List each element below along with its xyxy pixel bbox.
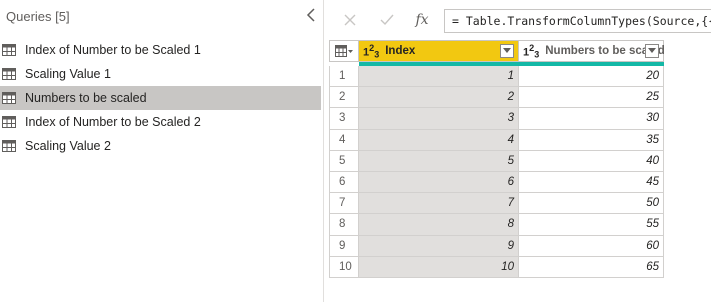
table-menu-icon — [335, 45, 353, 57]
chevron-down-icon — [503, 48, 511, 53]
cell-numbers-to-be-scaled[interactable]: 65 — [519, 256, 664, 278]
row-number[interactable]: 9 — [329, 235, 359, 257]
table-row: 4 4 35 — [329, 129, 664, 151]
cell-numbers-to-be-scaled[interactable]: 20 — [519, 66, 664, 88]
cell-index[interactable]: 9 — [359, 235, 519, 257]
row-number[interactable]: 10 — [329, 256, 359, 278]
cell-index[interactable]: 1 — [359, 66, 519, 88]
cell-numbers-to-be-scaled[interactable]: 30 — [519, 108, 664, 130]
cell-index[interactable]: 4 — [359, 129, 519, 151]
query-item[interactable]: Index of Number to be Scaled 1 — [0, 38, 321, 62]
commit-formula-button[interactable] — [376, 9, 398, 31]
row-number[interactable]: 7 — [329, 193, 359, 215]
query-list: Index of Number to be Scaled 1 Scaling Va… — [0, 38, 321, 158]
table-icon — [2, 116, 16, 128]
query-label: Scaling Value 1 — [25, 67, 111, 81]
row-number[interactable]: 1 — [329, 66, 359, 88]
column-label: Index — [385, 45, 416, 57]
cell-numbers-to-be-scaled[interactable]: 35 — [519, 129, 664, 151]
row-number[interactable]: 2 — [329, 87, 359, 109]
table-icon — [2, 140, 16, 152]
row-number[interactable]: 6 — [329, 171, 359, 194]
grid-header: 123 Index 123 Numbers to be scaled — [329, 40, 665, 62]
cell-index[interactable]: 2 — [359, 87, 519, 109]
column-filter-button[interactable] — [500, 44, 514, 58]
formula-input[interactable]: = Table.TransformColumnTypes(Source,{{" — [444, 9, 711, 33]
cancel-formula-button[interactable] — [339, 9, 361, 31]
row-number[interactable]: 5 — [329, 150, 359, 172]
cell-index[interactable]: 6 — [359, 171, 519, 194]
chevron-left-icon — [306, 8, 315, 22]
chevron-down-icon — [648, 48, 656, 53]
cell-numbers-to-be-scaled[interactable]: 25 — [519, 87, 664, 109]
query-item[interactable]: Index of Number to be Scaled 2 — [0, 110, 321, 134]
collapse-pane-button[interactable] — [303, 6, 319, 24]
row-number[interactable]: 3 — [329, 108, 359, 130]
queries-pane: Queries [5] Index of Number to be Scaled… — [0, 0, 324, 302]
table-row: 5 5 40 — [329, 150, 664, 172]
table-row: 1 1 20 — [329, 66, 664, 88]
whole-number-type-icon[interactable]: 123 — [523, 43, 539, 60]
cell-index[interactable]: 3 — [359, 108, 519, 130]
cell-index[interactable]: 5 — [359, 150, 519, 172]
column-header-index[interactable]: 123 Index — [359, 40, 519, 62]
table-row: 6 6 45 — [329, 171, 664, 194]
table-row: 9 9 60 — [329, 235, 664, 257]
query-item[interactable]: Scaling Value 1 — [0, 62, 321, 86]
table-row: 10 10 65 — [329, 256, 664, 278]
cell-numbers-to-be-scaled[interactable]: 45 — [519, 171, 664, 194]
grid-body: 1 1 20 2 2 25 3 3 30 4 4 35 5 5 40 6 6 45 7 7 50 8 8 55 9 9 60 10 10… — [329, 66, 664, 278]
table-icon — [2, 44, 16, 56]
formula-bar: fx = Table.TransformColumnTypes(Source,{… — [325, 0, 711, 40]
table-icon — [2, 92, 16, 104]
query-label: Numbers to be scaled — [25, 91, 147, 105]
whole-number-type-icon[interactable]: 123 — [363, 43, 379, 60]
checkmark-icon — [380, 14, 394, 26]
table-row: 7 7 50 — [329, 193, 664, 215]
query-label: Index of Number to be Scaled 2 — [25, 115, 201, 129]
table-menu-button[interactable] — [329, 40, 359, 62]
query-label: Index of Number to be Scaled 1 — [25, 43, 201, 57]
cell-numbers-to-be-scaled[interactable]: 40 — [519, 150, 664, 172]
cell-index[interactable]: 7 — [359, 193, 519, 215]
queries-header: Queries [5] — [6, 9, 70, 24]
column-filter-button[interactable] — [645, 44, 659, 58]
query-label: Scaling Value 2 — [25, 139, 111, 153]
data-grid: 123 Index 123 Numbers to be scaled 1 1 20 2… — [329, 40, 665, 278]
table-row: 3 3 30 — [329, 108, 664, 130]
row-number[interactable]: 8 — [329, 214, 359, 236]
cell-numbers-to-be-scaled[interactable]: 60 — [519, 235, 664, 257]
cell-index[interactable]: 10 — [359, 256, 519, 278]
editor-area: fx = Table.TransformColumnTypes(Source,{… — [325, 0, 711, 302]
query-item[interactable]: Scaling Value 2 — [0, 134, 321, 158]
insert-function-button[interactable]: fx — [411, 9, 433, 31]
close-icon — [344, 14, 356, 26]
cell-numbers-to-be-scaled[interactable]: 55 — [519, 214, 664, 236]
row-number[interactable]: 4 — [329, 129, 359, 151]
table-row: 2 2 25 — [329, 87, 664, 109]
table-icon — [2, 68, 16, 80]
query-item[interactable]: Numbers to be scaled — [0, 86, 321, 110]
cell-numbers-to-be-scaled[interactable]: 50 — [519, 193, 664, 215]
cell-index[interactable]: 8 — [359, 214, 519, 236]
table-row: 8 8 55 — [329, 214, 664, 236]
column-header-numbers-to-be-scaled[interactable]: 123 Numbers to be scaled — [519, 40, 665, 62]
